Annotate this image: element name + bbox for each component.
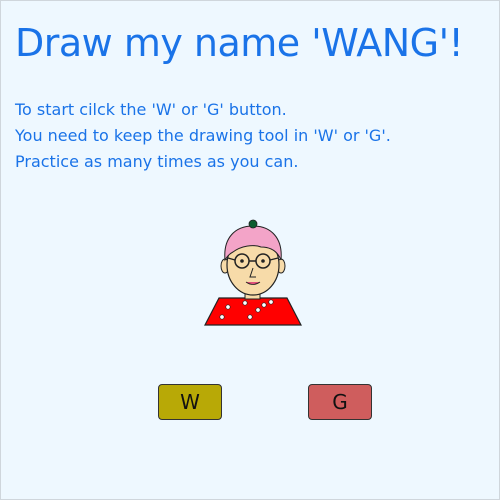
- character-avatar-icon: [204, 219, 302, 326]
- game-canvas: Draw my name 'WANG'! To start cilck the …: [0, 0, 500, 500]
- instruction-line-1: To start cilck the 'W' or 'G' button.: [15, 100, 287, 119]
- hair-bun: [248, 219, 258, 229]
- page-title: Draw my name 'WANG'!: [15, 21, 464, 65]
- instruction-line-3: Practice as many times as you can.: [15, 152, 299, 171]
- shirt-shape: [204, 297, 302, 326]
- instructions: To start cilck the 'W' or 'G' button. Yo…: [15, 97, 485, 175]
- instruction-line-2: You need to keep the drawing tool in 'W'…: [15, 126, 391, 145]
- w-button[interactable]: W: [158, 384, 222, 420]
- g-button[interactable]: G: [308, 384, 372, 420]
